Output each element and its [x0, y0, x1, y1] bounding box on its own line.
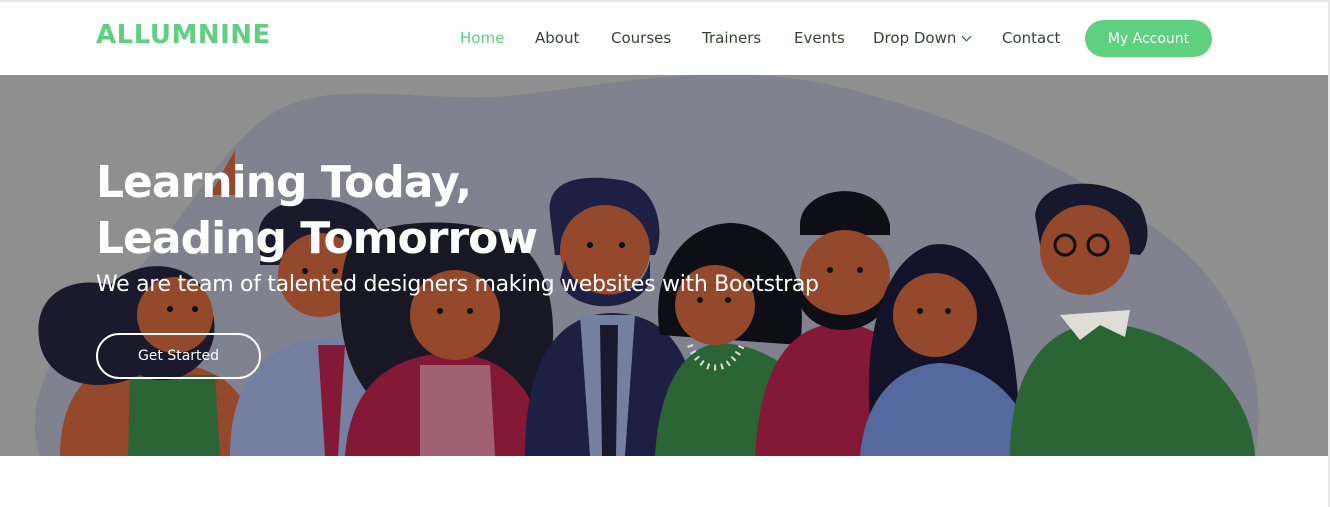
chevron-down-icon — [961, 31, 972, 42]
nav-item-events[interactable]: Events — [794, 29, 845, 47]
site-header: ALLUMNINE Home About Courses Trainers Ev… — [0, 2, 1328, 75]
nav-item-courses[interactable]: Courses — [611, 29, 671, 47]
hero-subtitle: We are team of talented designers making… — [96, 272, 819, 297]
nav-item-dropdown-label: Drop Down — [873, 29, 957, 47]
my-account-button[interactable]: My Account — [1085, 20, 1212, 57]
hero-section: Learning Today, Leading Tomorrow We are … — [0, 75, 1328, 456]
nav-item-about[interactable]: About — [535, 29, 579, 47]
hero-title: Learning Today, Leading Tomorrow — [96, 155, 796, 267]
nav-item-dropdown[interactable]: Drop Down — [873, 29, 972, 47]
hero-title-line-2: Leading Tomorrow — [96, 213, 538, 264]
nav-item-trainers[interactable]: Trainers — [702, 29, 761, 47]
nav-item-home[interactable]: Home — [460, 29, 504, 47]
nav-item-contact[interactable]: Contact — [1002, 29, 1060, 47]
site-logo[interactable]: ALLUMNINE — [96, 20, 271, 50]
get-started-button[interactable]: Get Started — [96, 333, 261, 379]
hero-title-line-1: Learning Today, — [96, 157, 472, 208]
